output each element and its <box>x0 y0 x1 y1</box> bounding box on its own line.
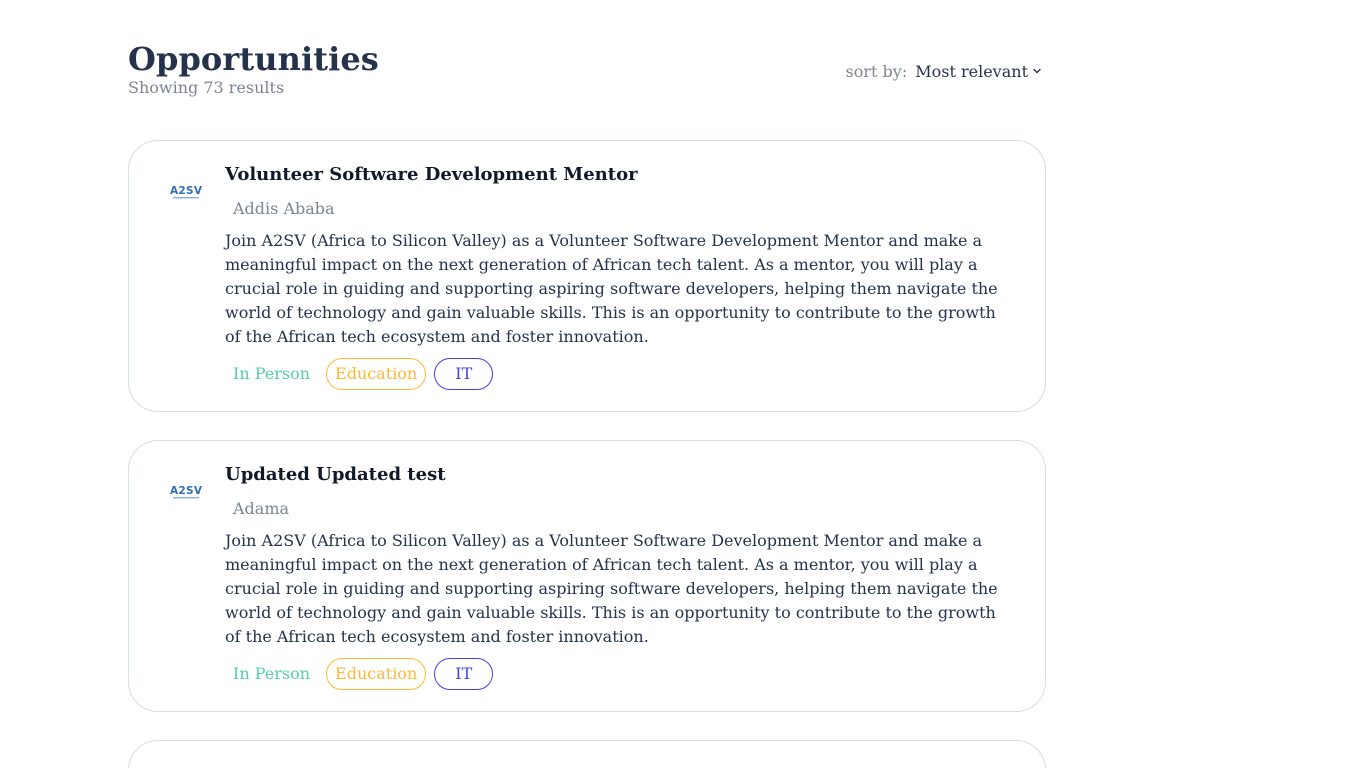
card-description: Join A2SV (Africa to Silicon Valley) as … <box>225 531 998 646</box>
opportunity-card[interactable] <box>128 740 1046 768</box>
tag-in-person: In Person <box>233 664 311 683</box>
card-tags: In Person Education IT <box>225 657 501 691</box>
card-location: Adama <box>233 499 290 518</box>
tag-education: Education <box>326 358 427 390</box>
chevron-down-icon <box>1033 68 1041 74</box>
logo-wordmark: A2SV <box>170 185 203 197</box>
a2sv-logo: A2SV <box>170 485 203 499</box>
opportunity-card[interactable]: A2SV Updated Updated test Adama Join A2S… <box>128 440 1046 712</box>
results-count: Showing 73 results <box>128 78 285 97</box>
tag-it: IT <box>434 358 494 390</box>
card-tags: In Person Education IT <box>225 357 501 391</box>
card-title[interactable]: Volunteer Software Development Mentor <box>225 163 638 187</box>
card-description: Join A2SV (Africa to Silicon Valley) as … <box>225 231 998 346</box>
page-header: Opportunities Showing 73 results sort by… <box>128 40 1046 104</box>
card-location: Addis Ababa <box>233 199 335 218</box>
sort-dropdown[interactable]: Most relevant <box>915 62 1042 81</box>
sort-value: Most relevant <box>915 61 1028 81</box>
a2sv-logo: A2SV <box>170 185 203 199</box>
sort-control: sort by: Most relevant <box>846 60 1042 82</box>
logo-wordmark: A2SV <box>170 485 203 497</box>
tag-it: IT <box>434 658 494 690</box>
opportunity-card[interactable]: A2SV Volunteer Software Development Ment… <box>128 140 1046 412</box>
opportunities-page: Opportunities Showing 73 results sort by… <box>0 0 1366 768</box>
tag-education: Education <box>326 658 427 690</box>
card-title[interactable]: Updated Updated test <box>225 463 446 487</box>
sort-label: sort by: <box>845 61 908 81</box>
page-title: Opportunities <box>128 40 379 78</box>
tag-in-person: In Person <box>233 364 311 383</box>
